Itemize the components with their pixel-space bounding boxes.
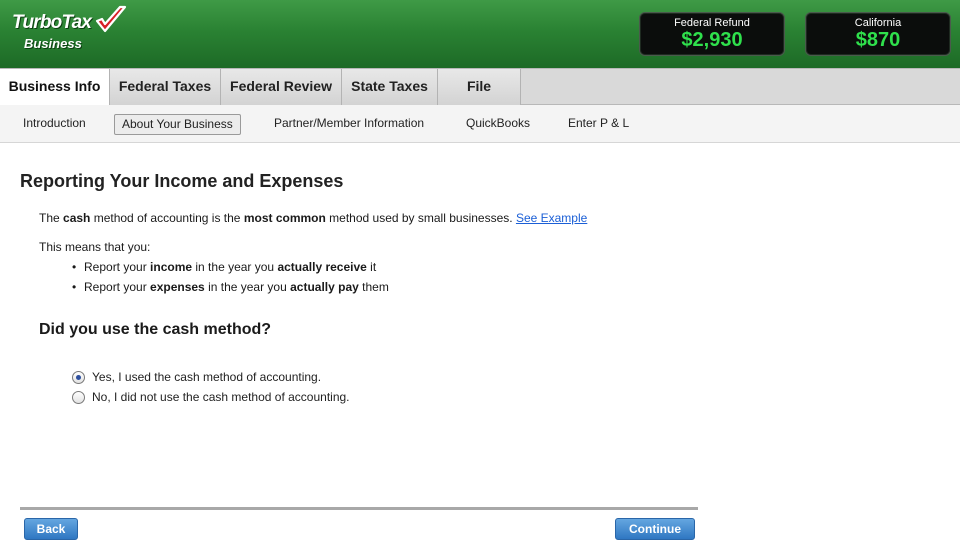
federal-refund-amount: $2,930 (681, 29, 743, 51)
federal-refund-label: Federal Refund (674, 17, 750, 29)
list-item: • Report your income in the year you actu… (72, 260, 389, 280)
bullet-icon: • (72, 280, 77, 294)
tab-file[interactable]: File (438, 69, 521, 105)
bullet-bold: expenses (150, 280, 205, 294)
radio-label-yes[interactable]: Yes, I used the cash method of accountin… (92, 370, 321, 384)
see-example-link[interactable]: See Example (516, 211, 587, 225)
app-header: TurboTax Business Federal Refund $2,930 … (0, 0, 960, 68)
turbotax-logo: TurboTax Business (10, 5, 130, 56)
continue-button[interactable]: Continue (615, 518, 695, 540)
logo-subtitle: Business (24, 36, 82, 51)
bullet-text: Report your (84, 260, 151, 274)
state-refund-meter[interactable]: California $870 (805, 12, 951, 56)
means-text: This means that you: (39, 240, 151, 254)
radio-label-no[interactable]: No, I did not use the cash method of acc… (92, 390, 350, 404)
radio-button-no[interactable] (72, 391, 85, 404)
bullet-text: them (358, 280, 389, 294)
tab-business-info[interactable]: Business Info (0, 69, 110, 106)
federal-refund-meter[interactable]: Federal Refund $2,930 (639, 12, 785, 56)
subnav-quickbooks[interactable]: QuickBooks (459, 114, 537, 135)
state-refund-label: California (854, 17, 902, 29)
footer-divider (20, 507, 698, 510)
bullet-text: Report your (84, 280, 151, 294)
intro-text-3: method used by small businesses. (325, 211, 516, 225)
checkmark-icon (95, 5, 127, 33)
intro-text-2: method of accounting is the (90, 211, 244, 225)
intro-text-1: The (39, 211, 64, 225)
logo-wordmark: TurboTax (12, 12, 92, 33)
intro-bold-most-common: most common (243, 211, 326, 225)
bullet-bold: income (150, 260, 193, 274)
tab-state-taxes[interactable]: State Taxes (342, 69, 438, 105)
bullet-bold: actually receive (277, 260, 367, 274)
intro-paragraph: The cash method of accounting is the mos… (39, 211, 587, 225)
radio-button-yes[interactable] (72, 371, 85, 384)
cash-method-question: Did you use the cash method? (39, 321, 272, 338)
main-tab-bar: Business Info Federal Taxes Federal Revi… (0, 68, 960, 106)
subnav-about-your-business[interactable]: About Your Business (114, 114, 241, 135)
intro-bold-cash: cash (63, 211, 91, 225)
bullet-text: in the year you (192, 260, 278, 274)
state-refund-amount: $870 (855, 29, 901, 51)
bullet-bold: actually pay (290, 280, 359, 294)
list-item: • Report your expenses in the year you ac… (72, 280, 389, 300)
back-button[interactable]: Back (24, 518, 78, 540)
bullet-list: • Report your income in the year you actu… (72, 260, 389, 300)
page-title: Reporting Your Income and Expenses (20, 171, 344, 191)
tab-federal-taxes[interactable]: Federal Taxes (110, 69, 221, 105)
tab-federal-review[interactable]: Federal Review (221, 69, 342, 105)
bullet-text: it (366, 260, 377, 274)
subnav-introduction[interactable]: Introduction (16, 114, 93, 135)
bullet-icon: • (72, 260, 77, 274)
bullet-text: in the year you (204, 280, 291, 294)
sub-navigation: Introduction About Your Business Partner… (0, 105, 960, 143)
subnav-enter-p-and-l[interactable]: Enter P & L (561, 114, 636, 135)
subnav-partner-member-information[interactable]: Partner/Member Information (267, 114, 431, 135)
